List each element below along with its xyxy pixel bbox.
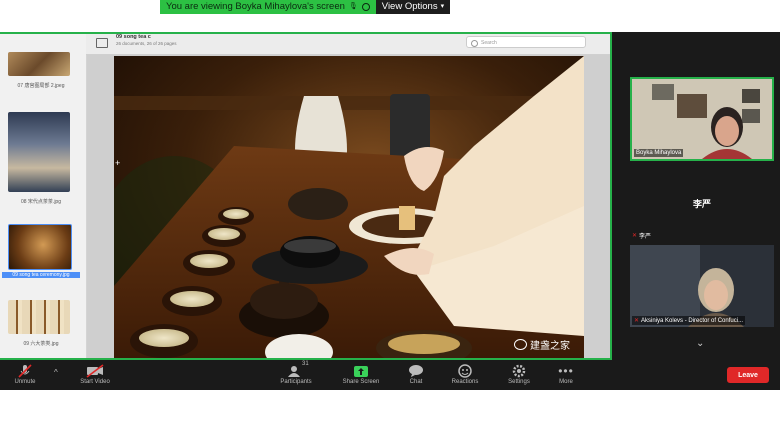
audio-options-chevron-icon[interactable]: ^: [54, 368, 58, 377]
participant-name: Boyka Mihaylova: [634, 149, 684, 157]
document-subtitle: 26 documents, 26 of 26 pages: [116, 41, 177, 46]
view-options-label: View Options: [381, 1, 438, 12]
reactions-label: Reactions: [451, 379, 479, 385]
preview-thumbnail-sidebar: 07 唐宫图局部 2.jpeg 08 宋代点茶茶.jpg 09 song tea…: [0, 32, 87, 360]
mic-muted-icon: [18, 363, 32, 379]
mic-muted-icon: ✕: [634, 318, 640, 324]
chat-button[interactable]: Chat: [400, 360, 432, 390]
participant-name-text: Aksiniya Kolevs - Director of Confuci...: [641, 317, 744, 324]
participants-count: 31: [302, 361, 309, 367]
participants-button[interactable]: 31 Participants: [274, 360, 318, 390]
thumbnail-4-label: 09 六大茶类.jpg: [23, 341, 59, 347]
participants-icon: 31: [287, 361, 309, 379]
thumbnail-1-label: 07 唐宫图局部 2.jpeg: [17, 83, 65, 89]
preview-toolbar: 09 song tea c 26 documents, 26 of 26 pag…: [86, 32, 612, 55]
thumbnail-2-label: 08 宋代点茶茶.jpg: [20, 199, 61, 205]
more-icon: •••: [558, 364, 574, 378]
mic-muted-icon: 🎙: [348, 3, 358, 10]
gear-icon: [512, 363, 526, 379]
reactions-icon: [458, 363, 472, 379]
start-video-label: Start Video: [80, 379, 110, 385]
leave-button[interactable]: Leave: [727, 367, 769, 383]
share-screen-label: Share Screen: [342, 379, 380, 385]
share-screen-button[interactable]: Share Screen: [338, 360, 384, 390]
watermark-text: 建盏之家: [530, 341, 570, 352]
participant-video: [630, 245, 774, 327]
settings-label: Settings: [508, 379, 530, 385]
meeting-toolbar: Unmute ^ Start Video 31 Participants Sha…: [0, 360, 780, 390]
view-options-button[interactable]: View Options ▾: [375, 0, 451, 14]
wechat-icon: [514, 339, 527, 350]
participant-small-label: 李严: [639, 234, 652, 240]
start-video-button[interactable]: Start Video: [74, 360, 116, 390]
photo-illustration: [114, 56, 584, 360]
thumbnail-3[interactable]: [8, 224, 72, 270]
thumbnail-3-label: 09 song tea ceremony.jpg: [2, 272, 80, 278]
chat-icon: [408, 363, 424, 379]
thumbnail-1[interactable]: [8, 52, 70, 76]
document-title: 09 song tea c: [116, 34, 151, 40]
participant-tile[interactable]: ✕ Aksiniya Kolevs - Director of Confuci.…: [630, 245, 774, 327]
shared-photo-tea-ceremony: 建盏之家: [114, 56, 584, 360]
settings-button[interactable]: Settings: [502, 360, 536, 390]
unmute-button[interactable]: Unmute: [8, 360, 42, 390]
zoom-meeting-window: 07 唐宫图局部 2.jpeg 08 宋代点茶茶.jpg 09 song tea…: [0, 0, 780, 430]
photo-watermark: 建盏之家: [514, 337, 570, 352]
chevron-down-icon: ▾: [440, 3, 445, 10]
search-icon: [471, 40, 478, 47]
chat-label: Chat: [409, 379, 423, 385]
participant-name: ✕ Aksiniya Kolevs - Director of Confuci.…: [632, 316, 746, 325]
chevron-up-icon[interactable]: [697, 34, 707, 36]
participant-gallery: Boyka Mihaylova 李严 ✕ 李严 ✕ Aksiniya Kolev…: [612, 32, 780, 360]
participant-display-name: 李严: [692, 199, 711, 209]
record-icon: [361, 3, 370, 11]
viewing-text: You are viewing Boyka Mihaylova's screen: [166, 1, 345, 12]
thumbnail-2[interactable]: [8, 112, 70, 192]
sidebar-toggle-icon[interactable]: [96, 38, 108, 48]
viewing-indicator: You are viewing Boyka Mihaylova's screen…: [160, 0, 376, 14]
participants-label: Participants: [280, 379, 312, 385]
unmute-label: Unmute: [14, 379, 36, 385]
speaker-video: [632, 79, 772, 159]
share-screen-icon: [353, 363, 369, 379]
reactions-button[interactable]: Reactions: [446, 360, 484, 390]
more-label: More: [559, 379, 573, 385]
screen-share-banner: You are viewing Boyka Mihaylova's screen…: [160, 0, 451, 14]
participant-name-only-tile[interactable]: 李严 ✕ 李严: [630, 172, 774, 242]
search-field[interactable]: Search: [466, 36, 586, 48]
thumbnail-4[interactable]: [8, 300, 70, 334]
participant-label-row: ✕ 李严: [632, 231, 651, 240]
search-placeholder: Search: [481, 40, 497, 46]
video-off-icon: [86, 363, 104, 379]
chevron-down-icon[interactable]: ⌄: [696, 338, 704, 349]
more-button[interactable]: ••• More: [550, 360, 582, 390]
cursor-crosshair-icon: +: [115, 158, 121, 168]
participant-tile-active-speaker[interactable]: Boyka Mihaylova: [630, 77, 774, 161]
mic-muted-icon: ✕: [632, 233, 638, 239]
shared-screen: 07 唐宫图局部 2.jpeg 08 宋代点茶茶.jpg 09 song tea…: [0, 32, 612, 360]
